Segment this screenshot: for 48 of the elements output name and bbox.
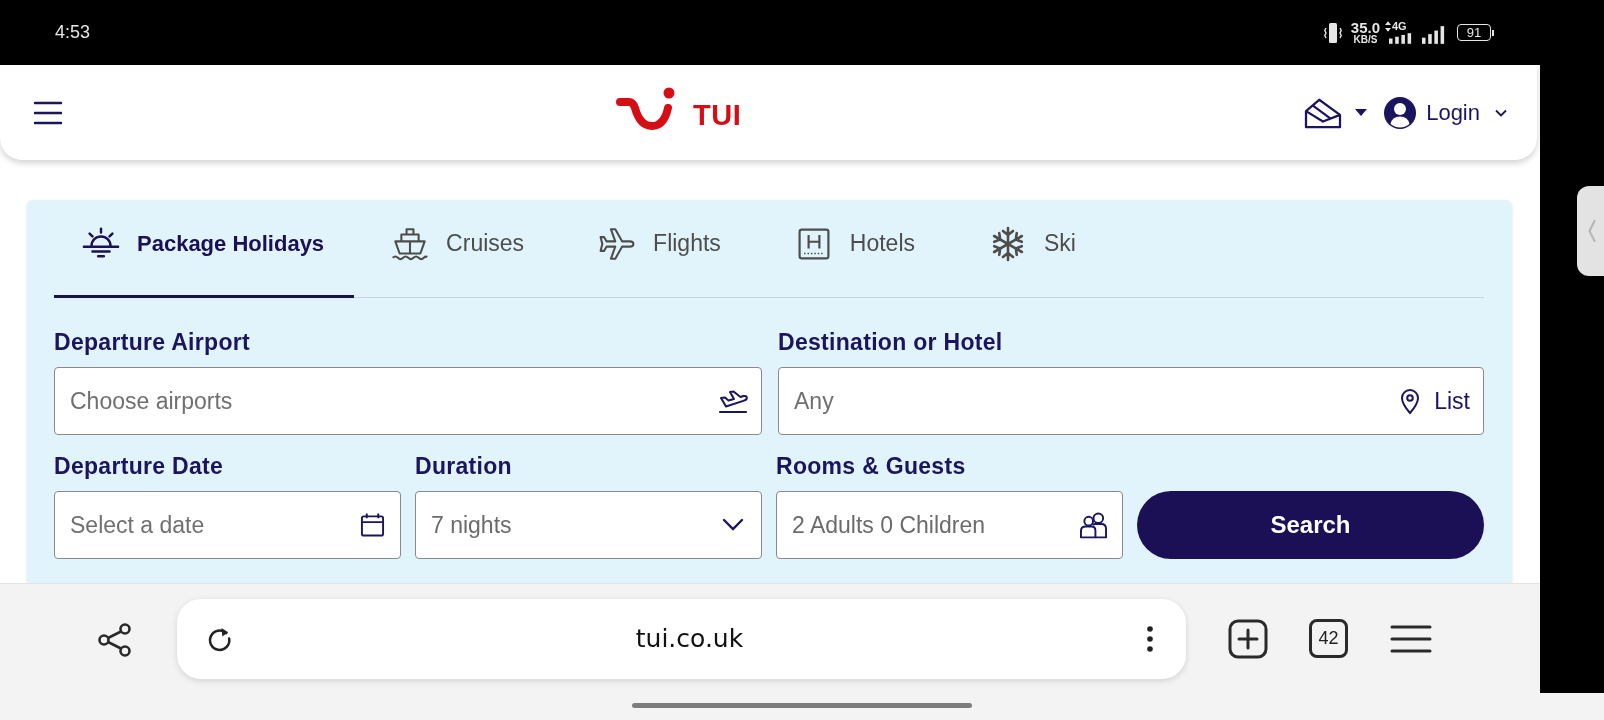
side-panel-handle[interactable] bbox=[1577, 186, 1604, 276]
reload-icon[interactable] bbox=[206, 625, 233, 652]
field-label: Rooms & Guests bbox=[776, 453, 967, 479]
date-field[interactable]: Select a date bbox=[54, 491, 401, 559]
url-text: tui.co.uk bbox=[634, 624, 745, 653]
network-speed: 35.0 bbox=[1350, 20, 1380, 35]
menu-icon[interactable] bbox=[1390, 623, 1432, 654]
field-label: Destination or Hotel bbox=[778, 329, 1004, 355]
status-time: 4:53 bbox=[55, 22, 91, 43]
speed-unit: KB/S bbox=[1353, 35, 1378, 45]
caret-icon bbox=[1355, 109, 1368, 116]
vibrate-icon bbox=[1323, 20, 1342, 45]
login-button[interactable]: Login bbox=[1383, 95, 1507, 130]
product-tab[interactable]: Hotels bbox=[757, 200, 953, 298]
more-icon[interactable] bbox=[1146, 624, 1154, 653]
network-type: 4G bbox=[1392, 21, 1407, 32]
list-button[interactable]: List bbox=[1400, 387, 1470, 415]
signal-icon bbox=[1389, 33, 1412, 44]
map-pin-icon bbox=[1400, 388, 1421, 414]
product-tab[interactable]: Package Holidays bbox=[54, 200, 355, 298]
guests-field[interactable]: 2 Adults 0 Children bbox=[776, 491, 1123, 559]
product-tab[interactable]: Flights bbox=[561, 200, 758, 298]
duration-select[interactable]: 7 nights bbox=[415, 491, 762, 559]
field-label: Departure Airport bbox=[54, 329, 251, 355]
search-button[interactable]: Search bbox=[1137, 491, 1484, 559]
airport-field[interactable]: Choose airports bbox=[54, 367, 762, 435]
calendar-icon bbox=[360, 512, 385, 538]
chevron-left-icon bbox=[1587, 220, 1596, 242]
tab-count-button[interactable]: 42 bbox=[1309, 619, 1348, 658]
people-icon bbox=[1079, 511, 1108, 539]
field-label: Duration bbox=[415, 453, 513, 479]
data-arrows-icon bbox=[1385, 21, 1391, 32]
signal-icon bbox=[1422, 25, 1445, 44]
ship-icon bbox=[391, 225, 430, 262]
new-tab-icon[interactable] bbox=[1228, 618, 1268, 659]
chevron-down-icon bbox=[722, 518, 744, 532]
share-icon[interactable] bbox=[97, 622, 133, 658]
menu-icon[interactable] bbox=[34, 100, 62, 125]
product-tab[interactable]: Ski bbox=[952, 200, 1113, 298]
address-bar[interactable]: tui.co.uk bbox=[177, 598, 1186, 679]
battery-indicator: 91 bbox=[1457, 24, 1494, 41]
plane-takeoff-icon bbox=[718, 388, 748, 414]
logo-text: TUI bbox=[693, 99, 742, 132]
user-icon bbox=[1383, 95, 1418, 130]
chevron-down-icon bbox=[1495, 108, 1507, 117]
field-label: Departure Date bbox=[54, 453, 225, 479]
product-tab[interactable]: Cruises bbox=[354, 200, 562, 298]
plane-icon bbox=[598, 225, 637, 262]
